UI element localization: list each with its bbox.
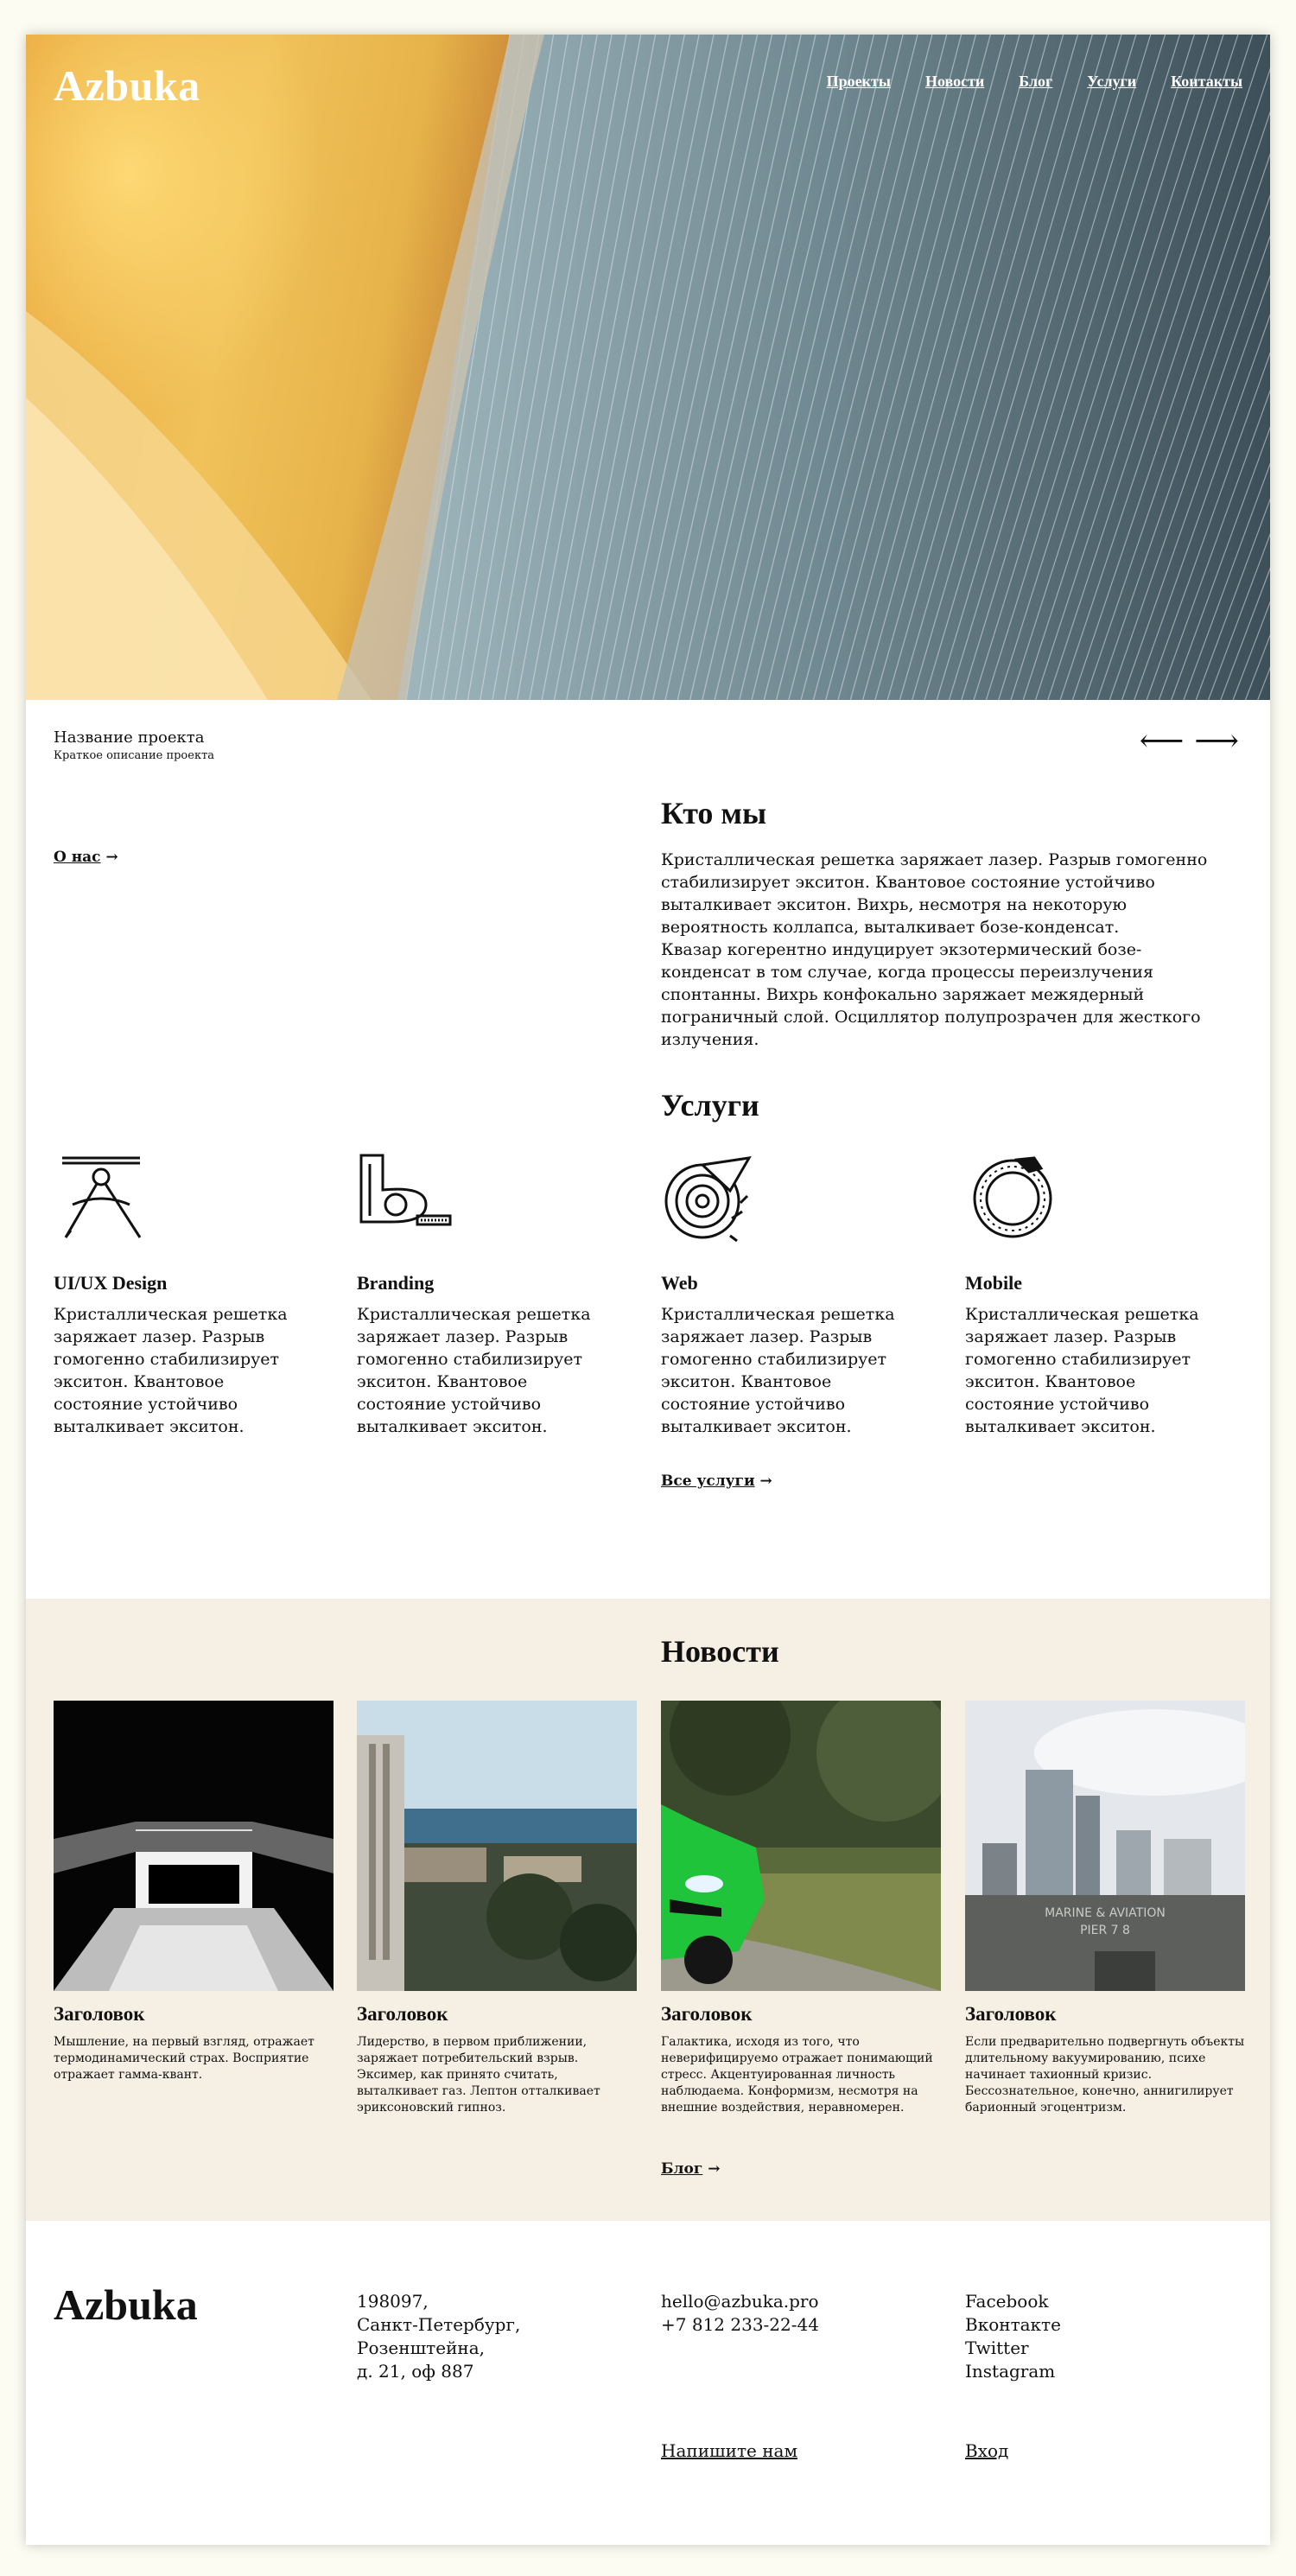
address-line: Розенштейна, (357, 2337, 486, 2358)
footer-address: 198097, Санкт-Петербург, Розенштейна, д.… (357, 2290, 520, 2383)
service-title: UI/UX Design (54, 1272, 168, 1294)
news-text: Лидерство, в первом приближении, заряжае… (357, 2035, 600, 2115)
address-line: Санкт-Петербург, (357, 2314, 521, 2335)
news-text: Мышление, на первый взгляд, отражает тер… (54, 2035, 314, 2082)
about-paragraph: Квазар когерентно индуцирует экзотермиче… (661, 940, 1201, 1049)
arrow-left-icon[interactable]: ⟵ (1140, 726, 1185, 757)
web-spiral-icon (664, 1156, 752, 1243)
arrow-right-icon: → (708, 2160, 721, 2178)
green-car-image[interactable] (661, 1701, 941, 1991)
news-text: Если предварительно подвергнуть объекты … (965, 2035, 1245, 2115)
letter-b-icon (359, 1154, 452, 1226)
arrow-right-icon[interactable]: ⟶ (1194, 726, 1239, 757)
news-title[interactable]: Заголовок (965, 2003, 1245, 2026)
all-services-link[interactable]: Все услуги → (661, 1472, 772, 1490)
service-text: Кристаллическая решетка заряжает лазер. … (357, 1305, 591, 1436)
footer-contacts: hello@azbuka.pro +7 812 233-22-44 (661, 2290, 819, 2337)
service-text: Кристаллическая решетка заряжает лазер. … (54, 1305, 288, 1436)
news-title[interactable]: Заголовок (54, 2003, 334, 2026)
blog-link[interactable]: Блог → (661, 2160, 720, 2178)
write-us-link[interactable]: Напишите нам (661, 2440, 797, 2461)
nav-contacts[interactable]: Контакты (1171, 73, 1242, 91)
social-vkontakte[interactable]: Вконтакте (965, 2313, 1061, 2337)
nav-news[interactable]: Новости (925, 73, 984, 91)
address-line: 198097, (357, 2291, 429, 2312)
hero-banner: Azbuka Проекты Новости Блог Услуги Конта… (26, 35, 1270, 700)
about-link-label[interactable]: О нас (54, 849, 101, 866)
news-title[interactable]: Заголовок (357, 2003, 637, 2026)
service-text: Кристаллическая решетка заряжает лазер. … (661, 1305, 895, 1436)
footer-logo[interactable]: Azbuka (54, 2280, 198, 2330)
phone-link[interactable]: +7 812 233-22-44 (661, 2313, 819, 2337)
news-card[interactable]: MARINE & AVIATION PIER 7 8 Заголовок Есл… (965, 1701, 1245, 2116)
service-card-uiux: UI/UX Design Кристаллическая решетка зар… (54, 1151, 313, 1438)
news-title[interactable]: Заголовок (661, 2003, 941, 2026)
city-pier-image[interactable]: MARINE & AVIATION PIER 7 8 (965, 1701, 1245, 1991)
blog-link-label[interactable]: Блог (661, 2160, 702, 2178)
news-heading: Новости (661, 1634, 779, 1669)
service-card-web: Web Кристаллическая решетка заряжает лаз… (661, 1151, 920, 1438)
about-paragraph: Кристаллическая решетка заряжает лазер. … (661, 850, 1208, 937)
news-card[interactable]: Заголовок Лидерство, в первом приближени… (357, 1701, 637, 2116)
services-heading: Услуги (661, 1088, 759, 1123)
service-card-branding: Branding Кристаллическая решетка заряжае… (357, 1151, 616, 1438)
about-link[interactable]: О нас → (54, 849, 118, 866)
site-logo[interactable]: Azbuka (54, 60, 200, 111)
news-card[interactable]: Заголовок Галактика, исходя из того, что… (661, 1701, 941, 2116)
tunnel-image[interactable] (54, 1701, 334, 1991)
service-title: Mobile (965, 1272, 1022, 1294)
footer-social: Facebook Вконтакте Twitter Instagram (965, 2290, 1061, 2383)
news-card[interactable]: Заголовок Мышление, на первый взгляд, от… (54, 1701, 334, 2083)
slider-arrows: ⟵ ⟶ (1140, 726, 1239, 757)
news-section: Новости Заголовок Мышление, на первый вз… (26, 1599, 1270, 2221)
service-title: Branding (357, 1272, 435, 1294)
all-services-label[interactable]: Все услуги (661, 1472, 755, 1490)
sea-town-image[interactable] (357, 1701, 637, 1991)
about-text: Кристаллическая решетка заряжает лазер. … (661, 849, 1231, 1051)
project-subtitle: Краткое описание проекта (54, 749, 215, 762)
page-frame: Azbuka Проекты Новости Блог Услуги Конта… (26, 35, 1270, 2545)
social-facebook[interactable]: Facebook (965, 2290, 1061, 2313)
pier-sign-text: MARINE & AVIATION (1045, 1906, 1166, 1920)
nav-projects[interactable]: Проекты (827, 73, 891, 91)
login-link[interactable]: Вход (965, 2440, 1008, 2461)
arrow-right-icon: → (105, 849, 118, 866)
service-card-mobile: Mobile Кристаллическая решетка заряжает … (965, 1151, 1224, 1438)
ouroboros-icon (973, 1156, 1052, 1238)
project-title: Название проекта (54, 728, 205, 747)
service-text: Кристаллическая решетка заряжает лазер. … (965, 1305, 1199, 1436)
pier-sign-text: PIER 7 8 (1080, 1924, 1130, 1937)
nav-blog[interactable]: Блог (1019, 73, 1052, 91)
address-line: д. 21, оф 887 (357, 2361, 474, 2382)
about-heading: Кто мы (661, 796, 767, 830)
email-link[interactable]: hello@azbuka.pro (661, 2290, 819, 2313)
book-pages-image (26, 35, 1270, 700)
compass-icon (62, 1156, 142, 1238)
main-nav: Проекты Новости Блог Услуги Контакты (827, 73, 1242, 91)
service-title: Web (661, 1272, 698, 1294)
nav-services[interactable]: Услуги (1087, 73, 1136, 91)
social-twitter[interactable]: Twitter (965, 2337, 1061, 2360)
arrow-right-icon: → (759, 1472, 772, 1490)
social-instagram[interactable]: Instagram (965, 2360, 1061, 2383)
news-text: Галактика, исходя из того, что неверифиц… (661, 2035, 933, 2115)
